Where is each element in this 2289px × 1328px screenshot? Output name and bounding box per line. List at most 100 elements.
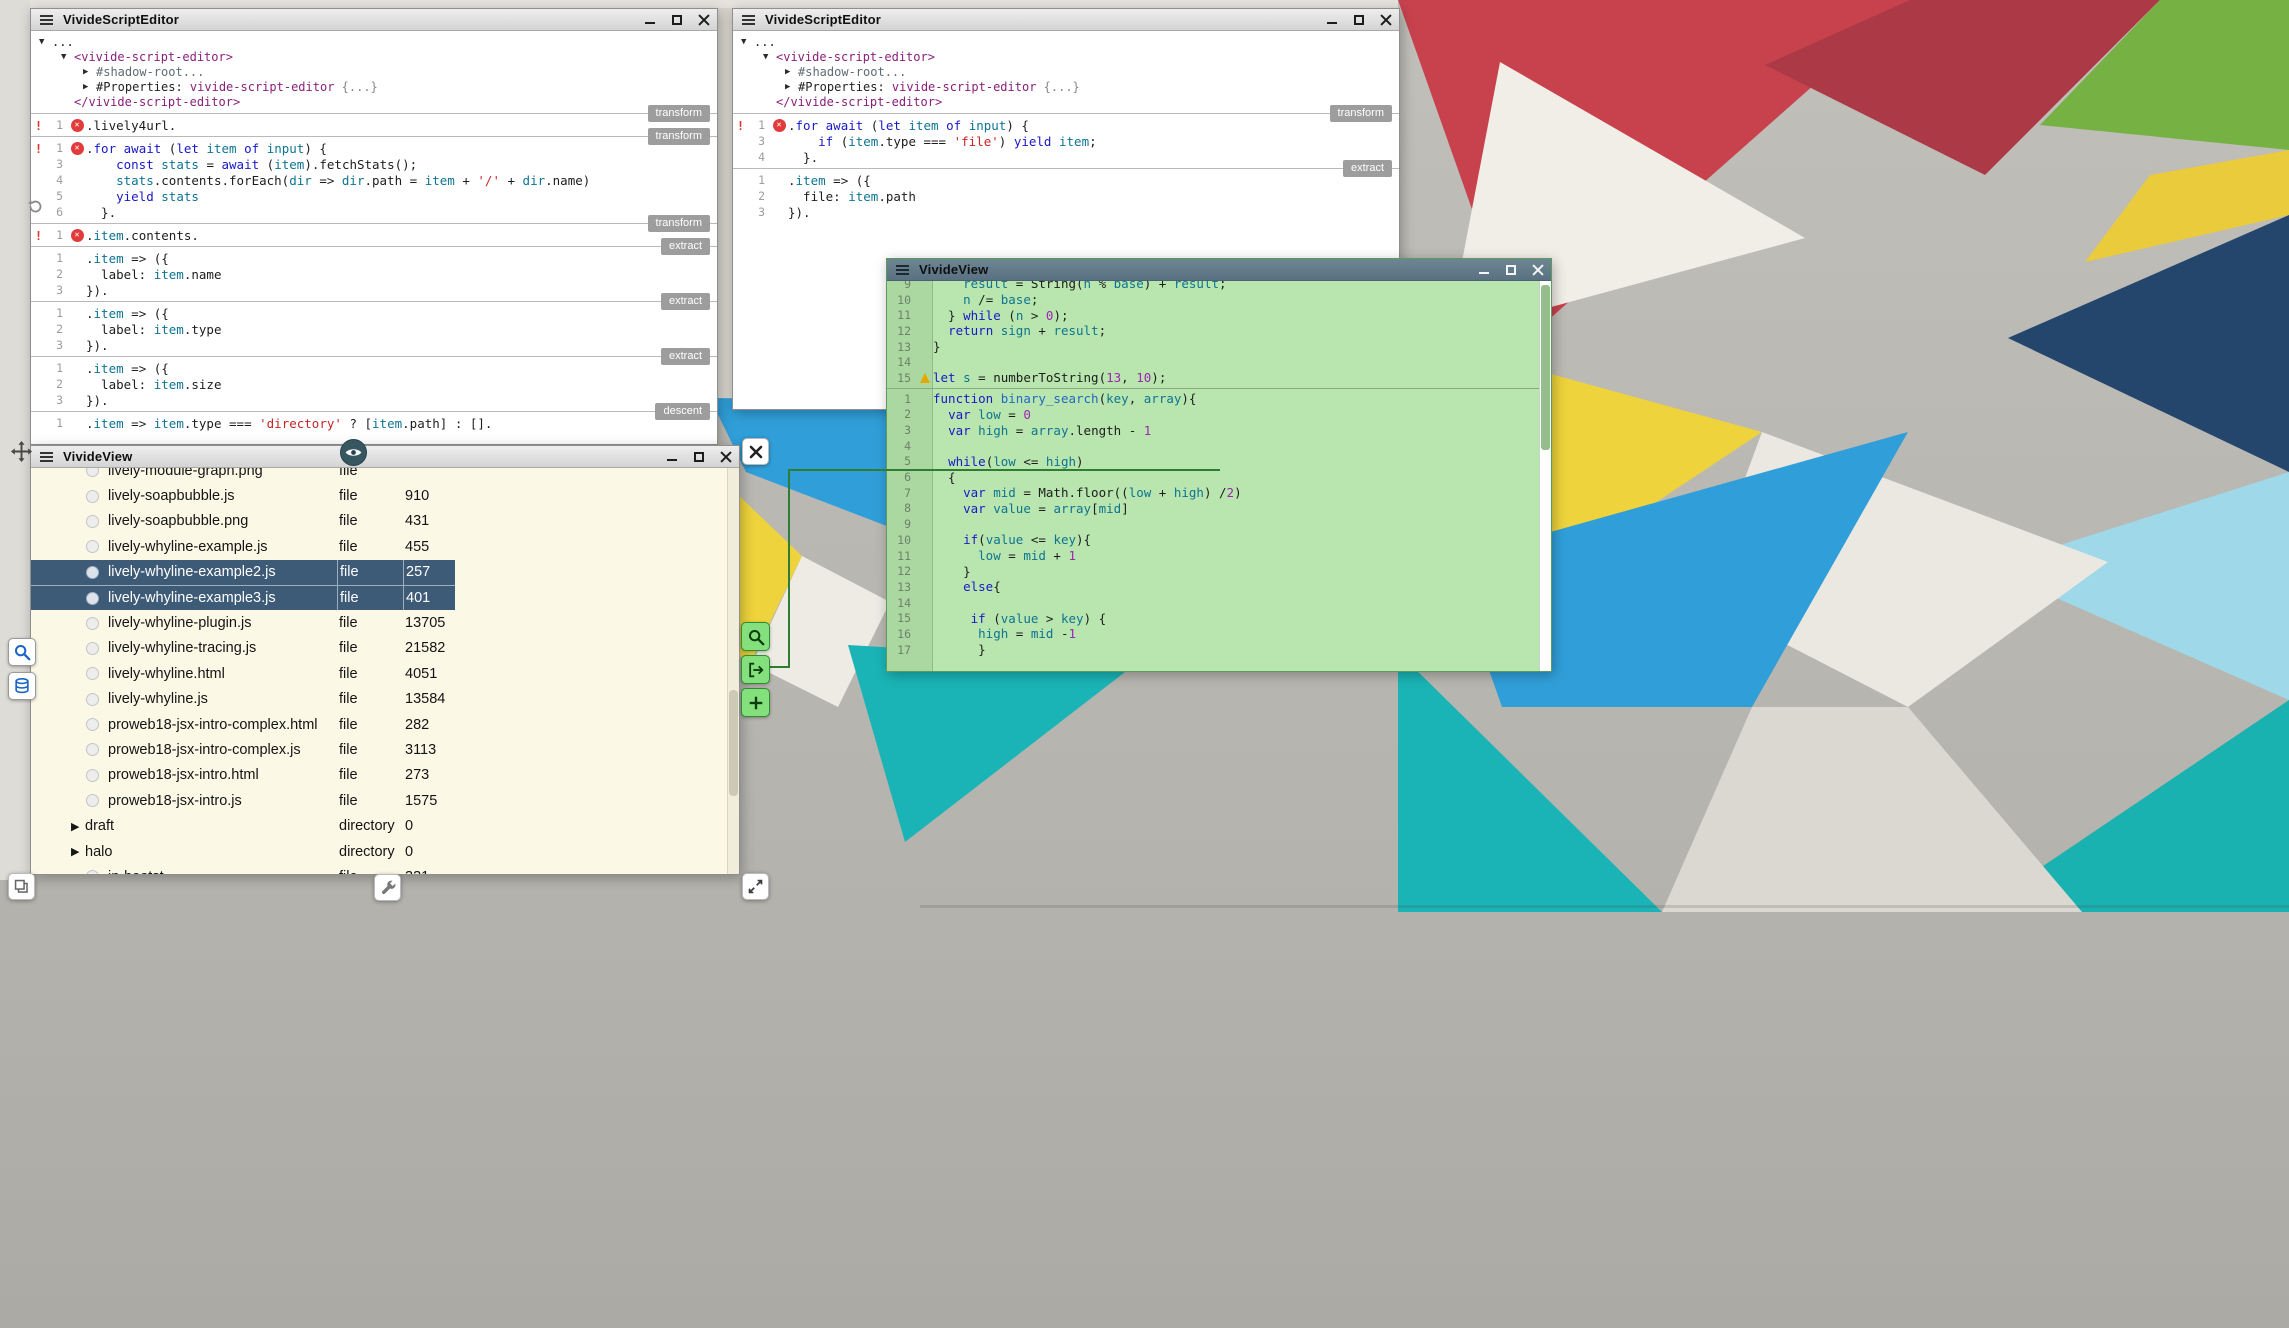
code-line[interactable]: 1.item => ({ — [31, 305, 717, 321]
code-line[interactable]: 15 if (value > key) { — [887, 610, 1539, 626]
data-source-button[interactable] — [8, 672, 36, 700]
file-row[interactable]: lively-soapbubble.pngfile431 — [31, 509, 455, 534]
directory-row[interactable]: ▶draftdirectory0 — [31, 813, 455, 838]
configure-button[interactable] — [374, 874, 401, 901]
maximize-button[interactable] — [1505, 264, 1517, 276]
dom-tree-node[interactable]: ▼... — [741, 35, 1399, 50]
maximize-button[interactable] — [693, 451, 705, 463]
code-line[interactable]: 12 } — [887, 563, 1539, 579]
file-row[interactable]: in-bootstfile331 — [31, 864, 455, 874]
file-row[interactable]: proweb18-jsx-intro.jsfile1575 — [31, 788, 455, 813]
file-row[interactable]: lively-module-graph.pngfile — [31, 468, 455, 483]
close-button[interactable] — [1380, 14, 1392, 26]
code-line[interactable]: 3}). — [31, 337, 717, 353]
titlebar[interactable]: VivideScriptEditor — [31, 9, 717, 31]
titlebar[interactable]: VivideScriptEditor — [733, 9, 1399, 31]
code-line[interactable]: 9 — [887, 516, 1539, 532]
expand-arrow-icon[interactable]: ▶ — [785, 80, 798, 95]
file-row[interactable]: lively-whyline.jsfile13584 — [31, 687, 455, 712]
expand-arrow-icon[interactable]: ▶ — [71, 820, 85, 833]
scrollbar-thumb[interactable] — [1541, 285, 1550, 450]
expand-arrow-icon[interactable]: ▶ — [71, 845, 85, 858]
code-line[interactable]: 16 high = mid -1 — [887, 626, 1539, 642]
dom-tree-node[interactable]: ▼<vivide-script-editor> — [39, 50, 717, 65]
code-line[interactable]: 2 file: item.path — [733, 188, 1399, 204]
code-line[interactable]: 3 if (item.type === 'file') yield item; — [733, 133, 1399, 149]
file-row[interactable]: proweb18-jsx-intro-complex.htmlfile282 — [31, 712, 455, 737]
dom-tree-node[interactable]: ▼... — [39, 35, 717, 50]
menu-icon[interactable] — [40, 19, 53, 21]
close-button[interactable] — [1532, 264, 1544, 276]
minimize-button[interactable] — [1478, 264, 1490, 276]
expand-arrow-icon[interactable]: ▶ — [83, 80, 96, 95]
dom-tree-node[interactable]: ▶#Properties: vivide-script-editor {...} — [741, 80, 1399, 95]
code-line[interactable]: 8 var value = array[mid] — [887, 501, 1539, 517]
code-line[interactable]: 14 — [887, 595, 1539, 611]
code-line[interactable]: 1.item => ({ — [31, 360, 717, 376]
code-line[interactable]: 15let s = numberToString(13, 10); — [887, 370, 1539, 386]
code-line[interactable]: !1✕.for await (let item of input) { — [733, 117, 1399, 133]
export-step-button[interactable] — [741, 655, 770, 684]
scrollbar[interactable] — [727, 468, 739, 874]
file-row[interactable]: lively-whyline-example2.jsfile257 — [31, 560, 455, 585]
move-handle[interactable] — [10, 440, 33, 468]
code-line[interactable]: 6 { — [887, 469, 1539, 485]
close-button[interactable] — [698, 14, 710, 26]
code-line[interactable]: 9 result = String(n % base) + result; — [887, 281, 1539, 292]
directory-row[interactable]: ▶halodirectory0 — [31, 839, 455, 864]
expand-arrow-icon[interactable]: ▼ — [61, 50, 74, 65]
code-line[interactable]: 7 var mid = Math.floor((low + high) /2) — [887, 485, 1539, 501]
code-line[interactable]: 4 — [887, 438, 1539, 454]
code-line[interactable]: 3 const stats = await (item).fetchStats(… — [31, 156, 717, 172]
file-row[interactable]: lively-whyline.htmlfile4051 — [31, 661, 455, 686]
code-line[interactable]: 10 n /= base; — [887, 292, 1539, 308]
code-line[interactable]: 17 } — [887, 642, 1539, 658]
code-line[interactable]: 1function binary_search(key, array){ — [887, 391, 1539, 407]
code-line[interactable]: 3}). — [733, 204, 1399, 220]
menu-icon[interactable] — [896, 269, 909, 271]
dom-tree-node[interactable]: ▶#shadow-root... — [741, 65, 1399, 80]
code-editor-area[interactable]: 9 result = String(n % base) + result;10 … — [887, 281, 1539, 671]
minimize-button[interactable] — [1326, 14, 1338, 26]
expand-arrow-icon[interactable]: ▼ — [741, 35, 754, 50]
file-row[interactable]: proweb18-jsx-intro.htmlfile273 — [31, 763, 455, 788]
dom-tree-node[interactable]: </vivide-script-editor> — [39, 95, 717, 110]
code-line[interactable]: 3}). — [31, 392, 717, 408]
file-row[interactable]: lively-whyline-example.jsfile455 — [31, 534, 455, 559]
code-line[interactable]: 6 }. — [31, 204, 717, 220]
code-line[interactable]: 13 else{ — [887, 579, 1539, 595]
dom-tree-node[interactable]: ▼<vivide-script-editor> — [741, 50, 1399, 65]
minimize-button[interactable] — [666, 451, 678, 463]
halo-close-button[interactable] — [742, 438, 769, 465]
code-line[interactable]: 4 }. — [733, 149, 1399, 165]
code-line[interactable]: 2 label: item.type — [31, 321, 717, 337]
titlebar[interactable]: VivideView — [887, 259, 1551, 281]
file-row[interactable]: lively-soapbubble.jsfile910 — [31, 483, 455, 508]
code-line[interactable]: 2 var low = 0 — [887, 407, 1539, 423]
maximize-button[interactable] — [1353, 14, 1365, 26]
code-line[interactable]: 2 label: item.name — [31, 266, 717, 282]
maximize-button[interactable] — [671, 14, 683, 26]
code-line[interactable]: 1.item => item.type === 'directory' ? [i… — [31, 415, 717, 431]
scrollbar[interactable] — [1539, 281, 1551, 671]
code-line[interactable]: 14 — [887, 354, 1539, 370]
code-line[interactable]: !1✕.item.contents. — [31, 227, 717, 243]
file-row[interactable]: lively-whyline-example3.jsfile401 — [31, 585, 455, 610]
undo-button[interactable] — [27, 199, 43, 220]
code-line[interactable]: 3 var high = array.length - 1 — [887, 422, 1539, 438]
code-line[interactable]: 2 label: item.size — [31, 376, 717, 392]
code-line[interactable]: 1.item => ({ — [31, 250, 717, 266]
dom-tree-node[interactable]: ▶#Properties: vivide-script-editor {...} — [39, 80, 717, 95]
menu-icon[interactable] — [40, 456, 53, 458]
expand-arrow-icon[interactable]: ▼ — [39, 35, 52, 50]
code-line[interactable]: 13} — [887, 339, 1539, 355]
code-line[interactable]: 1.item => ({ — [733, 172, 1399, 188]
dom-tree-node[interactable]: </vivide-script-editor> — [741, 95, 1399, 110]
file-row[interactable]: proweb18-jsx-intro-complex.jsfile3113 — [31, 737, 455, 762]
expand-arrow-icon[interactable]: ▼ — [763, 50, 776, 65]
search-button[interactable] — [8, 638, 36, 666]
code-line[interactable]: !1✕.for await (let item of input) { — [31, 140, 717, 156]
minimize-button[interactable] — [644, 14, 656, 26]
file-row[interactable]: lively-whyline-tracing.jsfile21582 — [31, 636, 455, 661]
code-line[interactable]: 5 yield stats — [31, 188, 717, 204]
